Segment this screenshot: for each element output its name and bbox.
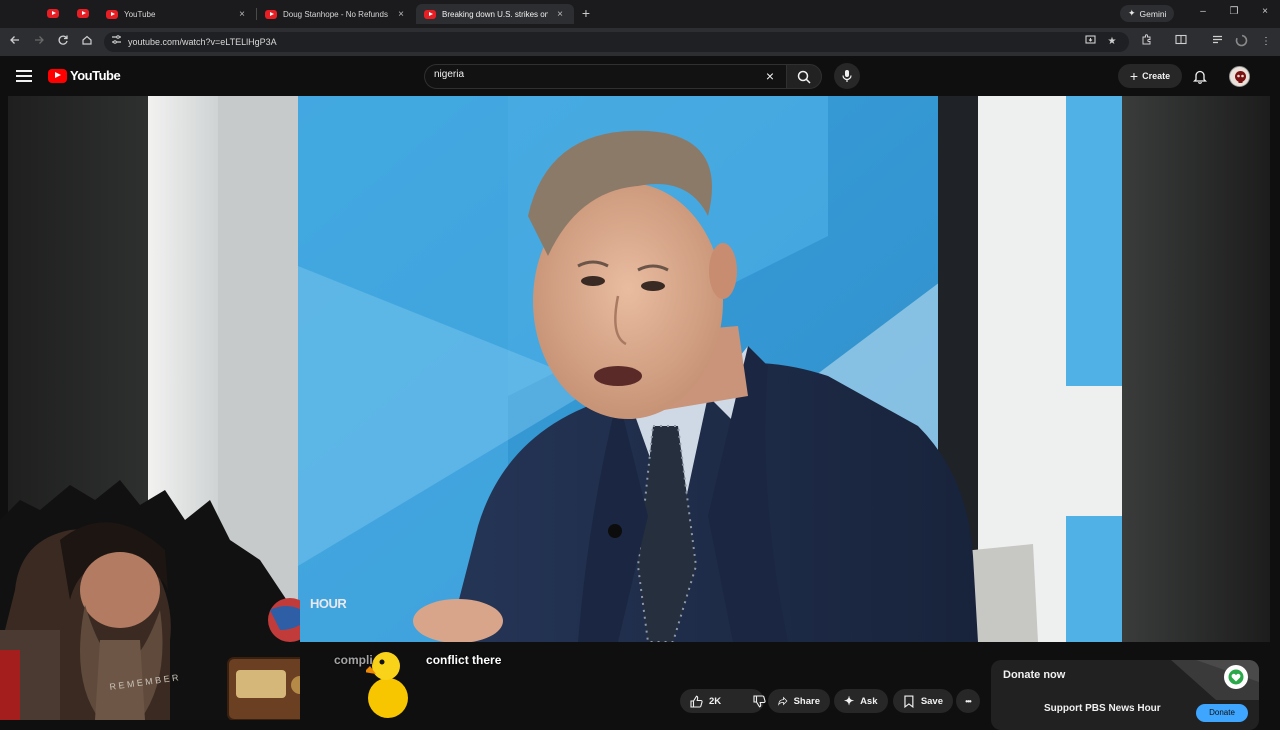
caption-text: conflict there	[426, 653, 502, 667]
tab-close-icon[interactable]: ×	[395, 9, 407, 20]
tab-close-icon[interactable]: ×	[554, 9, 566, 20]
bookmark-star-icon[interactable]: ★	[1104, 34, 1120, 50]
share-button[interactable]: Share	[768, 689, 830, 713]
pinned-tab-youtube-2[interactable]	[75, 6, 91, 22]
youtube-favicon-icon	[265, 9, 277, 19]
browser-menu-icon[interactable]: ⋮	[1258, 34, 1274, 50]
minimize-button[interactable]: –	[1195, 6, 1211, 17]
thumbs-down-icon	[753, 694, 766, 707]
browser-tab-strip: YouTube × Doug Stanhope - No Refunds × B…	[0, 0, 1280, 28]
tab-breaking-down-strikes[interactable]: Breaking down U.S. strikes on N ×	[416, 4, 574, 24]
new-tab-button[interactable]: +	[579, 5, 593, 21]
install-app-icon[interactable]	[1082, 34, 1098, 50]
reading-list-icon[interactable]	[1209, 34, 1225, 50]
youtube-logo[interactable]: YouTube	[48, 68, 121, 83]
ask-button[interactable]: ✦ Ask	[834, 689, 888, 713]
restore-button[interactable]: ❐	[1226, 6, 1242, 17]
account-avatar[interactable]	[1229, 66, 1250, 87]
plus-icon: +	[1129, 68, 1139, 84]
news-lower-third-text: HOUR	[310, 596, 347, 611]
sparkle-icon: ✦	[1128, 8, 1136, 18]
reload-icon[interactable]	[55, 34, 71, 50]
tab-title: YouTube	[124, 9, 156, 19]
search-input[interactable]	[424, 64, 786, 89]
save-label: Save	[920, 695, 943, 707]
player-backdrop-right	[1122, 96, 1270, 642]
microphone-icon	[842, 70, 852, 82]
youtube-favicon-icon	[77, 9, 89, 18]
gemini-button[interactable]: ✦ Gemini	[1120, 5, 1175, 22]
tab-doug-stanhope[interactable]: Doug Stanhope - No Refunds ×	[257, 4, 415, 24]
donate-title[interactable]: Donate now	[1003, 669, 1065, 681]
pbs-heart-badge	[1224, 665, 1248, 689]
stream-caption: compli conflict there	[334, 653, 501, 667]
streamer-webcam-overlay: R E M E M B E R	[0, 480, 300, 720]
donate-subtitle: Support PBS News Hour	[1044, 703, 1161, 714]
heart-icon	[1228, 669, 1244, 685]
caption-faded-text: compli	[334, 653, 373, 667]
search-query-text[interactable]: nigeria	[434, 69, 464, 80]
notifications-button[interactable]	[1190, 66, 1210, 86]
profile-icon[interactable]	[1233, 34, 1249, 50]
search-icon	[797, 70, 811, 84]
thumbs-up-icon	[690, 695, 703, 708]
ask-label: Ask	[860, 695, 878, 707]
youtube-favicon-icon	[106, 9, 118, 19]
share-icon	[778, 696, 788, 706]
save-button[interactable]: Save	[893, 689, 953, 713]
site-info-icon[interactable]	[108, 34, 124, 50]
webcam-image: R E M E M B E R	[0, 480, 300, 720]
like-count: 2K	[709, 695, 722, 707]
home-icon[interactable]	[79, 34, 95, 50]
create-button[interactable]: + Create	[1118, 64, 1182, 88]
clear-search-icon[interactable]: ×	[762, 68, 778, 84]
pinned-tab-youtube-1[interactable]	[45, 6, 61, 22]
hamburger-menu-icon[interactable]	[16, 70, 32, 82]
donate-button[interactable]: Donate	[1196, 704, 1248, 722]
close-window-button[interactable]: ×	[1257, 6, 1273, 17]
back-arrow-icon[interactable]	[7, 34, 23, 50]
bell-icon	[1193, 70, 1207, 84]
youtube-favicon-icon	[47, 9, 59, 18]
url-text[interactable]: youtube.com/watch?v=eLTELlHgP3A	[128, 35, 277, 49]
share-label: Share	[793, 695, 820, 707]
youtube-favicon-icon	[424, 9, 436, 19]
youtube-play-icon	[48, 68, 67, 83]
tab-close-icon[interactable]: ×	[236, 9, 248, 20]
split-view-icon[interactable]	[1173, 34, 1189, 50]
bookmark-icon	[904, 694, 914, 708]
more-actions-button[interactable]: •••	[956, 689, 980, 713]
gemini-label: Gemini	[1139, 8, 1167, 19]
tab-title: Doug Stanhope - No Refunds	[283, 9, 388, 19]
youtube-wordmark: YouTube	[70, 68, 121, 83]
like-button[interactable]: 2K	[680, 689, 731, 713]
forward-arrow-icon[interactable]	[31, 34, 47, 50]
search-button[interactable]	[786, 64, 822, 89]
extensions-icon[interactable]	[1138, 34, 1154, 50]
tab-title: Breaking down U.S. strikes on N	[442, 9, 548, 19]
sparkle-icon: ✦	[844, 694, 855, 708]
like-dislike-group: 2K	[680, 689, 766, 713]
create-label: Create	[1142, 71, 1171, 81]
voice-search-button[interactable]	[834, 63, 860, 89]
tab-youtube[interactable]: YouTube ×	[98, 4, 256, 24]
